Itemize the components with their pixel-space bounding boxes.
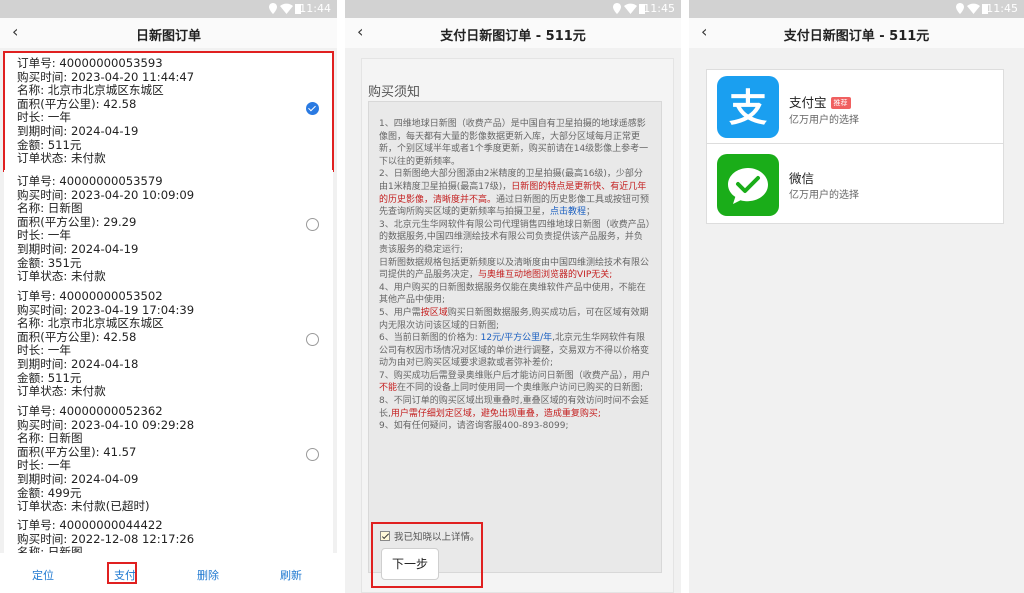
page-title: 日新图订单 [135, 29, 201, 44]
alipay-option[interactable]: 支 支付宝 推荐 亿万用户的选择 [707, 70, 1003, 144]
wechat-option[interactable]: 微信 亿万用户的选择 [707, 148, 1003, 222]
order-area: 面积(平方公里): 42.58 [17, 329, 137, 344]
order-number: 订单号: 40000000044422 [17, 518, 163, 532]
wifi-icon [280, 3, 293, 14]
order-expire: 到期时间: 2024-04-19 [17, 123, 139, 138]
order-duration: 时长: 一年 [17, 110, 71, 125]
order-amount: 金额: 499元 [17, 485, 82, 500]
order-buy-time: 购买时间: 2023-04-20 11:44:47 [17, 69, 195, 84]
order-select-radio[interactable] [306, 218, 319, 231]
notice-item: 1、四维地球日新图（收费产品）是中国自有卫星拍摄的地球遥感影像图，每天都有大量的… [379, 119, 649, 167]
order-card[interactable]: 订单号: 40000000053502 购买时间: 2023-04-19 17:… [4, 285, 333, 400]
pay-highlight [107, 562, 137, 584]
locate-button[interactable]: 定位 [32, 567, 54, 583]
wifi-icon [967, 3, 980, 14]
order-number: 订单号: 40000000053579 [17, 174, 163, 188]
notice-heading: 购买须知 [368, 85, 421, 100]
order-select-radio[interactable] [306, 448, 319, 461]
order-card[interactable]: 订单号: 40000000053579 购买时间: 2023-04-20 10:… [4, 170, 333, 285]
tutorial-link[interactable]: 点击教程 [550, 207, 586, 217]
order-select-radio[interactable] [306, 102, 319, 115]
order-area: 面积(平方公里): 41.57 [17, 444, 137, 459]
notice-item: 6、当前日新图的价格为: 12元/平方公里/年,北京元生华网软件有限公司有权因市… [379, 333, 650, 369]
notice-item: 7、购买成功后需登录奥维账户后才能访问日新图（收费产品），用户不能在不同的设备上… [379, 370, 651, 394]
clock: 11:45 [986, 2, 1018, 15]
notice-item: 9、如有任何疑问，请咨询客服400-893-8099; [379, 421, 569, 432]
notice-item: 3、北京元生华网软件有限公司代理销售四维地球日新图（收费产品）的数据服务,中国四… [379, 219, 651, 255]
app-bar: ‹ 日新图订单 [0, 18, 337, 48]
order-select-radio[interactable] [306, 333, 319, 346]
order-expire: 到期时间: 2024-04-19 [17, 241, 139, 256]
order-name: 名称: 北京市北京城区东城区 [17, 83, 164, 98]
notice-item: 4、用户购买的日新图数据服务仅能在奥维软件产品中使用，不能在其他产品中使用; [379, 282, 646, 306]
order-state: 订单状态: 未付款 [17, 269, 106, 284]
page-title: 支付日新图订单 - 511元 [440, 29, 586, 44]
wifi-icon [624, 3, 637, 14]
svg-text:支: 支 [729, 86, 767, 130]
status-bar: 11:45 [345, 0, 681, 18]
payment-subtitle: 亿万用户的选择 [789, 115, 859, 126]
confirm-highlight [371, 522, 483, 588]
page-title: 支付日新图订单 - 511元 [783, 29, 930, 44]
status-bar: 11:45 [689, 0, 1024, 18]
purchase-notice-screen: 11:45 ‹ 支付日新图订单 - 511元 购买须知 1、四维地球日新图（收费… [345, 0, 681, 593]
order-duration: 时长: 一年 [17, 343, 71, 358]
clock: 11:44 [299, 2, 331, 15]
refresh-button[interactable]: 刷新 [280, 567, 302, 583]
order-expire: 到期时间: 2024-04-18 [17, 356, 139, 371]
order-state: 订单状态: 未付款(已超时) [17, 499, 150, 514]
order-buy-time: 购买时间: 2023-04-19 17:04:39 [17, 302, 195, 317]
order-duration: 时长: 一年 [17, 228, 71, 243]
order-amount: 金额: 511元 [17, 370, 82, 385]
clock: 11:45 [643, 2, 675, 15]
order-area: 面积(平方公里): 29.29 [17, 214, 137, 229]
order-buy-time: 购买时间: 2023-04-10 09:29:28 [17, 417, 195, 432]
alipay-icon: 支 [717, 76, 779, 138]
app-bar: ‹ 支付日新图订单 - 511元 [345, 18, 681, 48]
order-buy-time: 购买时间: 2022-12-08 12:17:26 [17, 531, 195, 546]
order-expire: 到期时间: 2024-04-09 [17, 471, 139, 486]
notice-item: 5、用户需按区域购买日新图数据服务,购买成功后，可在区域有效期内无限次访问该区域… [379, 307, 649, 331]
payment-method-list: 支 支付宝 推荐 亿万用户的选择 微信 亿万用户的选择 [706, 69, 1004, 224]
order-duration: 时长: 一年 [17, 458, 71, 473]
payment-subtitle: 亿万用户的选择 [789, 190, 859, 201]
recommend-badge: 推荐 [830, 97, 851, 109]
order-state: 订单状态: 未付款 [17, 384, 106, 399]
order-name: 名称: 北京市北京城区东城区 [17, 316, 164, 331]
order-number: 订单号: 40000000053502 [17, 289, 163, 303]
notice-item: 日新图数据规格包括更新频度以及清晰度由中国四维测绘技术有限公司提供的产品服务决定… [379, 257, 650, 281]
order-number: 订单号: 40000000053593 [17, 56, 163, 70]
notice-item: 8、不同订单的购买区域出现重叠时,重叠区域的有效访问时间不会延长,用户需仔细划定… [379, 396, 649, 419]
order-area: 面积(平方公里): 42.58 [17, 96, 137, 111]
location-icon [269, 3, 277, 14]
notice-item: 2、日新图绝大部分图源由2米精度的卫星拍摄(最高16级)，少部分由1米精度卫星拍… [379, 169, 650, 218]
notice-card: 购买须知 1、四维地球日新图（收费产品）是中国自有卫星拍摄的地球遥感影像图，每天… [361, 58, 674, 593]
delete-button[interactable]: 删除 [197, 567, 219, 583]
order-card[interactable]: 订单号: 40000000053593 购买时间: 2023-04-20 11:… [3, 51, 334, 172]
notice-text: 1、四维地球日新图（收费产品）是中国自有卫星拍摄的地球遥感影像图，每天都有大量的… [368, 101, 662, 573]
order-amount: 金额: 351元 [17, 255, 82, 270]
location-icon [613, 3, 621, 14]
order-name: 名称: 日新图 [17, 201, 83, 216]
app-bar: ‹ 支付日新图订单 - 511元 [689, 18, 1024, 48]
order-state: 订单状态: 未付款 [17, 151, 106, 166]
wechat-icon [717, 154, 779, 216]
order-number: 订单号: 40000000052362 [17, 404, 163, 418]
order-card[interactable]: 订单号: 40000000052362 购买时间: 2023-04-10 09:… [4, 400, 333, 514]
payment-name: 支付宝 推荐 [789, 92, 851, 111]
order-amount: 金额: 511元 [17, 137, 82, 152]
action-bar: 定位 支付 删除 刷新 [0, 553, 337, 593]
payment-name: 微信 [789, 171, 815, 186]
order-name: 名称: 日新图 [17, 431, 83, 446]
status-bar: 11:44 [0, 0, 337, 18]
order-list-screen: 11:44 ‹ 日新图订单 订单号: 40000000053593 购买时间: … [0, 0, 337, 593]
location-icon [956, 3, 964, 14]
order-buy-time: 购买时间: 2023-04-20 10:09:09 [17, 187, 195, 202]
